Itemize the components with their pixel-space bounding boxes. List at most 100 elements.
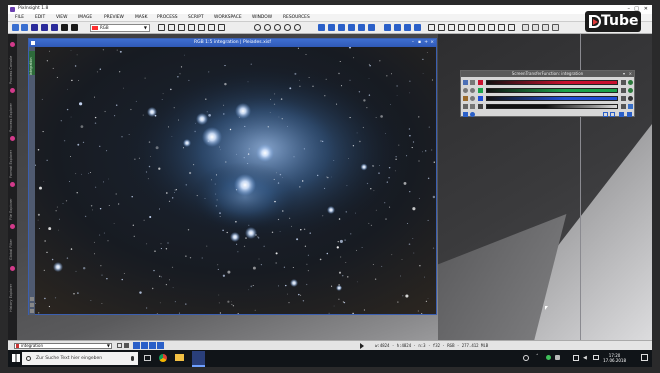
stf-screen-icon[interactable]: [621, 104, 626, 109]
menu-process[interactable]: PROCESS: [157, 15, 178, 20]
stf-cancel-icon[interactable]: [627, 112, 632, 117]
pixinsight-taskbar-icon[interactable]: [192, 351, 205, 367]
mask-icon[interactable]: [218, 24, 225, 31]
pin-icon[interactable]: [117, 343, 122, 348]
image-window-close-button[interactable]: ×: [430, 39, 434, 47]
stf-bar-r[interactable]: [486, 80, 618, 85]
menu-preview[interactable]: PREVIEW: [104, 15, 124, 20]
stf-globe-icon[interactable]: [628, 80, 633, 85]
view-combo[interactable]: integration ▼: [14, 343, 112, 349]
stf-link-icon[interactable]: [470, 104, 475, 109]
stf-monitor-icon[interactable]: [628, 104, 633, 109]
save-icon[interactable]: [31, 24, 38, 31]
chrome-taskbar-icon[interactable]: [159, 354, 167, 362]
console-icon[interactable]: [468, 24, 475, 31]
stf-bar-g[interactable]: [486, 88, 618, 93]
explorer-icon[interactable]: [458, 24, 465, 31]
image-window-iconize-button[interactable]: ▪: [418, 39, 421, 47]
zoom-in-icon[interactable]: [254, 24, 261, 31]
stf-zoom-out-icon[interactable]: [470, 88, 475, 93]
open-url-icon[interactable]: [21, 24, 28, 31]
notification-icon[interactable]: [641, 354, 648, 361]
tab-process-console[interactable]: Process Console: [9, 48, 16, 84]
keyboard-icon[interactable]: [593, 355, 599, 360]
mode-4-icon[interactable]: [157, 342, 164, 349]
rotate-icon[interactable]: [198, 24, 205, 31]
stf-link-icon[interactable]: [384, 24, 391, 31]
explorer-taskbar-icon[interactable]: [175, 354, 184, 361]
taskbar-clock[interactable]: 17:20 17.06.2018: [603, 353, 626, 363]
menu-mask[interactable]: MASK: [135, 15, 147, 20]
stf-channel-g-icon[interactable]: [478, 88, 483, 93]
mode-1-icon[interactable]: [133, 342, 140, 349]
menu-image[interactable]: IMAGE: [78, 15, 92, 20]
view-selector[interactable]: RGB ▼: [90, 24, 150, 32]
stf-lock-icon[interactable]: [621, 88, 626, 93]
history-icon[interactable]: [61, 24, 68, 31]
tray-chevron-icon[interactable]: ˄: [536, 354, 539, 360]
tab-history-explorer[interactable]: History Explorer: [9, 272, 16, 312]
zoom-out-icon[interactable]: [264, 24, 271, 31]
tab-process-explorer[interactable]: Process Explorer: [9, 94, 16, 132]
file-explorer-tab-icon[interactable]: [10, 182, 15, 187]
workspace-1-icon[interactable]: [522, 24, 529, 31]
stf-bar-b[interactable]: [486, 96, 618, 101]
stf-wrench-icon[interactable]: [463, 104, 468, 109]
cursor-mode-icon[interactable]: [124, 343, 129, 348]
stf-radioactive-icon[interactable]: [628, 96, 633, 101]
workspace-3-icon[interactable]: [542, 24, 549, 31]
tab-file-explorer[interactable]: File Explorer: [9, 188, 16, 220]
display-green-icon[interactable]: [338, 24, 345, 31]
stf-channel-l-icon[interactable]: [478, 104, 483, 109]
image-window-maximize-button[interactable]: +: [424, 39, 428, 47]
stf-toggle-icon[interactable]: [404, 24, 411, 31]
stf-collapse-button[interactable]: ▾: [623, 71, 625, 77]
image-window-menu-icon[interactable]: [31, 41, 35, 45]
stf-close-button[interactable]: ×: [629, 71, 632, 77]
format-explorer-tab-icon[interactable]: [10, 136, 15, 141]
mode-3-icon[interactable]: [149, 342, 156, 349]
histogram-icon[interactable]: [488, 24, 495, 31]
fit-view-icon[interactable]: [178, 24, 185, 31]
menu-script[interactable]: SCRIPT: [188, 15, 204, 20]
menu-workspace[interactable]: WORKSPACE: [214, 15, 242, 20]
image-window[interactable]: RGB 1:5 integration | Pleiades.xisf – ▪ …: [28, 38, 437, 315]
image-canvas[interactable]: [35, 47, 436, 314]
microphone-icon[interactable]: [131, 356, 134, 361]
display-blue-icon[interactable]: [348, 24, 355, 31]
display-alpha-icon[interactable]: [368, 24, 375, 31]
stf-gear-icon[interactable]: [628, 88, 633, 93]
stf-titlebar[interactable]: ScreenTransferFunction: integration × ▾: [461, 71, 634, 77]
stf-apply-check-icon[interactable]: [619, 112, 624, 117]
menu-file[interactable]: FILE: [15, 15, 24, 20]
preview-icon[interactable]: [208, 24, 215, 31]
display-rgb-icon[interactable]: [318, 24, 325, 31]
screen-icon[interactable]: [478, 24, 485, 31]
display-red-icon[interactable]: [328, 24, 335, 31]
workspace-4-icon[interactable]: [552, 24, 559, 31]
stf-zoom-icon[interactable]: [463, 88, 468, 93]
mode-2-icon[interactable]: [141, 342, 148, 349]
stf-target-icon[interactable]: [470, 96, 475, 101]
network-icon[interactable]: [573, 355, 579, 361]
stf-link-channels-icon[interactable]: [463, 80, 468, 85]
image-window-tool-icon-3[interactable]: [30, 309, 34, 313]
new-instance-icon[interactable]: [438, 24, 445, 31]
zoom-1-1-icon[interactable]: [274, 24, 281, 31]
image-window-tool-icon-1[interactable]: [30, 297, 34, 301]
menu-view[interactable]: VIEW: [56, 15, 67, 20]
stf-apply-global-icon[interactable]: [470, 112, 475, 117]
process-console-tab-icon[interactable]: [10, 42, 15, 47]
tray-app-icon[interactable]: [546, 355, 551, 360]
taskbar-search[interactable]: Zur Suche Text hier eingeben: [22, 352, 138, 365]
readout-icon[interactable]: [428, 24, 435, 31]
zoom-fit-icon[interactable]: [284, 24, 291, 31]
task-view-icon[interactable]: [144, 355, 151, 361]
tab-global-filter[interactable]: Global Filter: [9, 230, 16, 260]
menu-resources[interactable]: RESOURCES: [283, 15, 310, 20]
stf-channel-r-icon[interactable]: [478, 80, 483, 85]
global-filter-tab-icon[interactable]: [10, 224, 15, 229]
move-icon[interactable]: [158, 24, 165, 31]
stf-reset-icon[interactable]: [394, 24, 401, 31]
stf-hand-icon[interactable]: [463, 96, 468, 101]
